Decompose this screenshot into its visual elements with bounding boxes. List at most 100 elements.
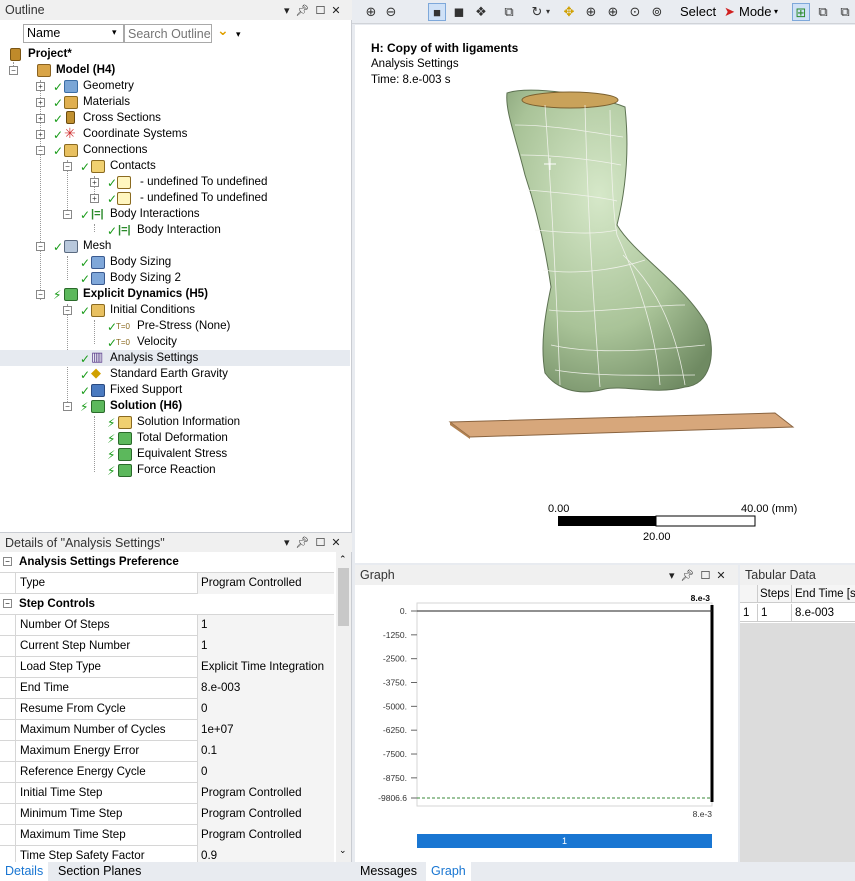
tree-node-body-interaction[interactable]: ✓ |=| Body Interaction	[0, 222, 350, 238]
graphics-viewport[interactable]: H: Copy of with ligaments Analysis Setti…	[355, 25, 855, 563]
col-steps[interactable]: Steps	[757, 585, 789, 603]
tree-node-coordinate-systems[interactable]: + ✓ ✳ Coordinate Systems	[0, 125, 350, 142]
tree-node-model[interactable]: − Model (H4)	[0, 62, 350, 78]
scroll-down-icon[interactable]: ⌄	[339, 845, 347, 856]
tree-node-solution[interactable]: − ⚡ Solution (H6)	[0, 398, 350, 414]
tab-section-planes[interactable]: Section Planes	[53, 862, 146, 881]
zoom-fit-icon[interactable]: ⊙	[626, 3, 644, 21]
tree-node-contact-1[interactable]: + ✓ - undefined To undefined	[0, 174, 350, 190]
tree-node-fixed-support[interactable]: ✓ Fixed Support	[0, 382, 350, 398]
select-label[interactable]: Select	[680, 3, 716, 21]
scrollbar-thumb[interactable]	[338, 568, 349, 626]
tree-node-velocity[interactable]: ✓ T=0 Velocity	[0, 334, 350, 350]
tree-node-total-deformation[interactable]: ⚡ Total Deformation	[0, 430, 350, 446]
tab-messages[interactable]: Messages	[355, 862, 422, 881]
tree-node-project[interactable]: Project*	[0, 46, 350, 62]
maximize-icon[interactable]: ☐	[316, 536, 326, 549]
scroll-up-icon[interactable]: ⌃	[339, 554, 347, 565]
collapse-icon[interactable]: −	[63, 162, 72, 171]
detail-row[interactable]: Maximum Energy Error 0.1	[0, 741, 334, 762]
detail-row[interactable]: Load Step Type Explicit Time Integration	[0, 657, 334, 678]
tree-node-explicit-dynamics[interactable]: − ⚡ Explicit Dynamics (H5)	[0, 286, 350, 302]
tree-node-body-sizing[interactable]: ✓ Body Sizing	[0, 254, 350, 270]
col-end-time[interactable]: End Time [s]	[791, 585, 855, 603]
details-scrollbar[interactable]: ⌃ ⌄	[336, 552, 351, 862]
detail-row[interactable]: Maximum Time Step Program Controlled	[0, 825, 334, 846]
rotate-dropdown-icon[interactable]: ▾	[544, 3, 552, 21]
maximize-icon[interactable]: ☐	[701, 569, 711, 582]
close-icon[interactable]: ✕	[331, 4, 340, 17]
graph-chart[interactable]: 0. -1250. -2500. -3750. -5000. -6250. -7500. -8…	[355, 585, 738, 862]
dropdown-icon[interactable]: ▾	[284, 4, 290, 17]
zoom-out-icon[interactable]: ⊖	[382, 3, 400, 21]
search-outline-input[interactable]	[124, 24, 212, 43]
dropdown-icon[interactable]: ▾	[284, 536, 290, 549]
detail-row[interactable]: End Time 8.e-003	[0, 678, 334, 699]
tree-node-cross-sections[interactable]: + ✓ Cross Sections	[0, 110, 350, 126]
table-row[interactable]: 1 1 8.e-003	[740, 604, 855, 622]
shaded-exterior-icon[interactable]: ■	[428, 3, 446, 21]
tree-node-pre-stress[interactable]: ✓ T=0 Pre-Stress (None)	[0, 318, 350, 334]
mode-dropdown[interactable]: Mode	[739, 3, 772, 21]
tree-node-body-sizing-2[interactable]: ✓ Body Sizing 2	[0, 270, 350, 286]
tree-node-connections[interactable]: − ✓ Connections	[0, 142, 350, 158]
expand-icon[interactable]: +	[90, 178, 99, 187]
expand-icon[interactable]: +	[36, 82, 45, 91]
expand-icon[interactable]: +	[36, 114, 45, 123]
wireframe-icon[interactable]: ❖	[472, 3, 490, 21]
tab-graph[interactable]: Graph	[426, 862, 471, 881]
base-plate[interactable]	[448, 412, 795, 438]
collapse-icon[interactable]: −	[3, 599, 12, 608]
tree-node-geometry[interactable]: + ✓ Geometry	[0, 78, 350, 94]
dropdown-icon[interactable]: ▾	[669, 569, 675, 582]
chevron-down-icon[interactable]: ▾	[112, 27, 117, 38]
pin-icon[interactable]: 📌︎	[296, 536, 310, 549]
tree-node-force-reaction[interactable]: ⚡ Force Reaction	[0, 462, 350, 478]
close-icon[interactable]: ✕	[716, 569, 725, 582]
expand-icon[interactable]: +	[36, 98, 45, 107]
collapse-icon[interactable]: −	[63, 210, 72, 219]
detail-row[interactable]: Type Program Controlled	[0, 573, 334, 594]
box-zoom-icon[interactable]: ⊕	[604, 3, 622, 21]
chevron-down-icon[interactable]: ▾	[774, 7, 778, 16]
extend-selection-icon[interactable]: ⧉	[814, 3, 832, 21]
collapse-icon[interactable]: −	[3, 557, 12, 566]
filter-chevron-icon[interactable]: ⌄	[217, 22, 229, 39]
zoom-icon[interactable]: ⊕	[582, 3, 600, 21]
detail-row[interactable]: Maximum Number of Cycles 1e+07	[0, 720, 334, 741]
tree-node-equivalent-stress[interactable]: ⚡ Equivalent Stress	[0, 446, 350, 462]
close-icon[interactable]: ✕	[331, 536, 340, 549]
tree-node-solution-information[interactable]: ⚡ Solution Information	[0, 414, 350, 430]
detail-row[interactable]: Resume From Cycle 0	[0, 699, 334, 720]
section-analysis-settings-preference[interactable]: − Analysis Settings Preference	[0, 552, 334, 573]
collapse-icon[interactable]: −	[63, 306, 72, 315]
tree-node-mesh[interactable]: − ✓ Mesh	[0, 238, 350, 254]
magnifier-icon[interactable]: ⊚	[648, 3, 666, 21]
tab-details[interactable]: Details	[0, 862, 49, 881]
pin-icon[interactable]: 📌︎	[681, 569, 695, 582]
collapse-icon[interactable]: −	[9, 66, 18, 75]
collapse-icon[interactable]: −	[36, 146, 45, 155]
detail-row[interactable]: Minimum Time Step Program Controlled	[0, 804, 334, 825]
pin-icon[interactable]: 📌︎	[296, 4, 310, 17]
display-options-icon[interactable]: ⧉	[500, 3, 518, 21]
tree-node-materials[interactable]: + ✓ Materials	[0, 94, 350, 110]
tree-node-analysis-settings[interactable]: ✓ ▥ Analysis Settings	[0, 349, 350, 366]
maximize-icon[interactable]: ☐	[316, 4, 326, 17]
cursor-icon[interactable]: ➤	[724, 3, 735, 21]
section-step-controls[interactable]: − Step Controls	[0, 594, 334, 615]
collapse-icon[interactable]: −	[36, 242, 45, 251]
zoom-in-icon[interactable]: ⊕	[362, 3, 380, 21]
select-all-icon[interactable]: ⧉	[836, 3, 854, 21]
pan-icon[interactable]: ✥	[560, 3, 578, 21]
detail-row[interactable]: Reference Energy Cycle 0	[0, 762, 334, 783]
tree-node-gravity[interactable]: ✓ ◆ Standard Earth Gravity	[0, 365, 350, 382]
expand-icon[interactable]: +	[90, 194, 99, 203]
tree-node-body-interactions[interactable]: − ✓ |=| Body Interactions	[0, 206, 350, 222]
tree-node-initial-conditions[interactable]: − ✓ Initial Conditions	[0, 302, 350, 318]
detail-row[interactable]: Current Step Number 1	[0, 636, 334, 657]
filter-options-icon[interactable]: ▾	[236, 29, 241, 40]
name-filter-select[interactable]: Name	[23, 24, 124, 43]
select-entities-icon[interactable]: ⊞	[792, 3, 810, 21]
solid-view-icon[interactable]: ◼	[450, 3, 468, 21]
